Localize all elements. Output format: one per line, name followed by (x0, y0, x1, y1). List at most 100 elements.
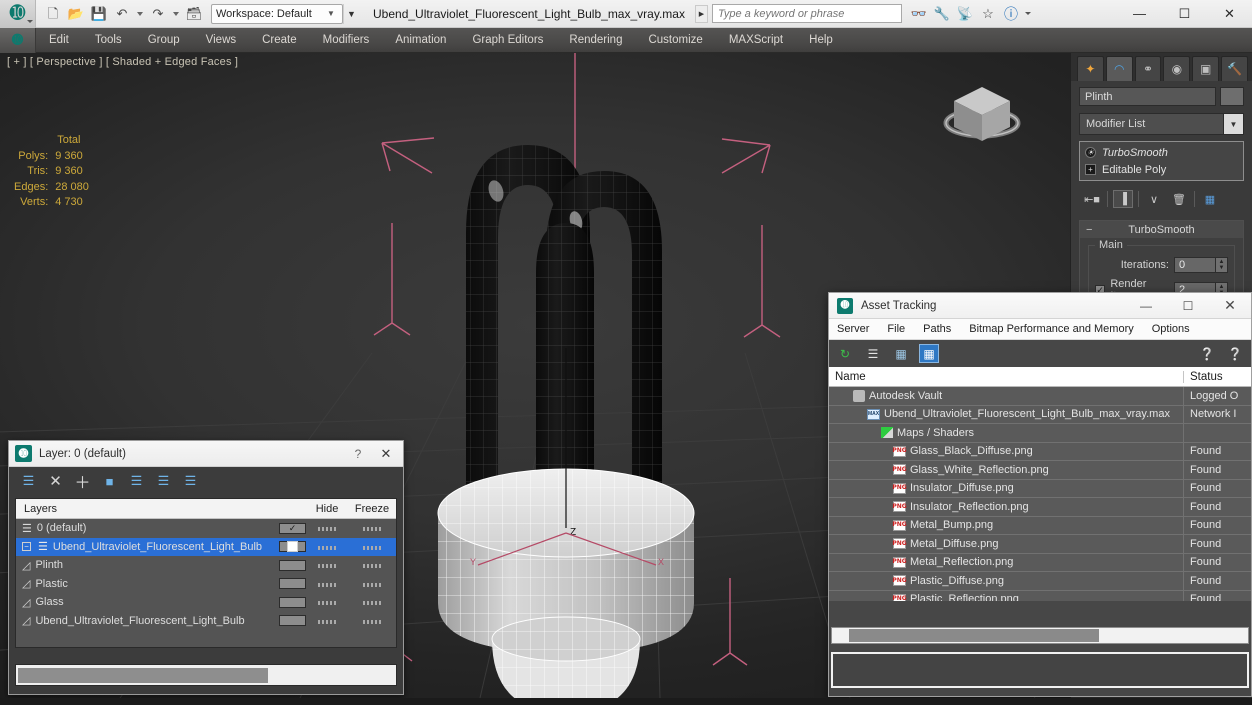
menu-item-animation[interactable]: Animation (382, 28, 459, 53)
add-layer-icon[interactable]: ＋ (73, 472, 92, 492)
plus-icon[interactable]: + (1085, 164, 1096, 175)
stack-item-turbosmooth[interactable]: ☀ TurboSmooth (1080, 144, 1243, 161)
modify-tab[interactable]: ◠ (1105, 56, 1133, 81)
3d-model-ubend-fluorescent-bulb[interactable]: Z Y X (418, 73, 718, 698)
asset-tracking-dialog[interactable]: ➓ Asset Tracking — ☐ ✕ Server File Paths… (828, 292, 1252, 697)
asset-row[interactable]: PNG Metal_Diffuse.png Found (829, 534, 1251, 554)
scrollbar-thumb[interactable] (849, 629, 1099, 642)
minimize-button[interactable]: — (1125, 293, 1167, 319)
set-current-layer-icon[interactable]: ☰ (181, 472, 200, 491)
help-button[interactable]: ? (345, 447, 371, 461)
menu-item-edit[interactable]: Edit (36, 28, 82, 53)
help-question-icon[interactable]: ❔ (1197, 344, 1217, 363)
layer-dialog[interactable]: ➓ Layer: 0 (default) ? ✕ ☰ ✕ ＋ ■ ☰ ☰ ☰ L… (8, 440, 404, 695)
list-view-icon[interactable]: ☰ (863, 344, 883, 363)
search-input[interactable] (717, 7, 896, 20)
workspace-dropdown-button[interactable]: ▼ (343, 3, 359, 24)
asset-row[interactable]: PNG Plastic_Diffuse.png Found (829, 571, 1251, 591)
object-name-field[interactable]: Plinth (1079, 87, 1216, 106)
layer-row[interactable]: − ☰ Ubend_Ultraviolet_Fluorescent_Light_… (16, 537, 396, 556)
layer-row[interactable]: ◿ Plinth (16, 556, 396, 575)
add-selection-to-layer-icon[interactable]: ☰ (154, 472, 173, 491)
viewport-label[interactable]: [ + ] [ Perspective ] [ Shaded + Edged F… (7, 56, 238, 68)
asset-row[interactable]: PNG Plastic_Reflection.png Found (829, 590, 1251, 601)
close-button[interactable]: ✕ (1207, 0, 1252, 28)
view-cube[interactable] (936, 67, 1028, 159)
asset-row[interactable]: Autodesk Vault Logged O (829, 387, 1251, 406)
create-tab[interactable]: ✦ (1077, 56, 1104, 81)
menu-item-tools[interactable]: Tools (82, 28, 135, 53)
maximize-button[interactable]: ☐ (1167, 293, 1209, 319)
asset-row[interactable]: PNG Insulator_Reflection.png Found (829, 497, 1251, 517)
asset-list[interactable]: Autodesk Vault Logged O MAX Ubend_Ultrav… (829, 387, 1251, 601)
star-icon[interactable]: ☆ (978, 4, 998, 24)
freeze-toggle[interactable] (348, 615, 396, 627)
spinner-arrows-icon[interactable]: ▲▼ (1216, 257, 1228, 273)
wrench-icon[interactable]: 🔧 (932, 4, 952, 24)
hierarchy-tab[interactable]: ⚭ (1134, 56, 1162, 81)
set-project-folder-icon[interactable]: 🗃 (183, 3, 205, 25)
layer-row[interactable]: ◿ Ubend_Ultraviolet_Fluorescent_Light_Bu… (16, 612, 396, 631)
help-chevron-icon[interactable] (1024, 12, 1031, 15)
iterations-spinner[interactable]: 0 ▲ ▼ (1174, 257, 1228, 273)
modifier-list-dropdown[interactable]: Modifier List ▼ (1079, 113, 1244, 135)
open-file-icon[interactable]: 📂 (65, 3, 87, 25)
display-tab[interactable]: ▣ (1192, 56, 1220, 81)
menu-item-group[interactable]: Group (135, 28, 193, 53)
scrollbar-thumb[interactable] (18, 667, 268, 683)
thumbnail-view-icon[interactable]: ▦ (891, 344, 911, 363)
asset-row[interactable]: PNG Metal_Reflection.png Found (829, 553, 1251, 572)
rollout-header[interactable]: − TurboSmooth (1080, 221, 1243, 238)
layer-horizontal-scrollbar[interactable] (15, 664, 397, 686)
menu-item-graph-editors[interactable]: Graph Editors (459, 28, 556, 53)
current-layer-checkbox[interactable] (279, 541, 306, 553)
asset-row[interactable]: PNG Glass_Black_Diffuse.png Found (829, 442, 1251, 461)
close-button[interactable]: ✕ (371, 446, 401, 462)
menu-item-file[interactable]: File (878, 319, 914, 340)
freeze-toggle[interactable] (348, 522, 396, 534)
help-icon[interactable]: ⓘ (1001, 4, 1021, 24)
save-file-icon[interactable]: 💾 (88, 3, 110, 25)
utilities-tab[interactable]: 🔨 (1221, 56, 1248, 81)
redo-dropdown-icon[interactable] (173, 11, 179, 16)
menu-item-rendering[interactable]: Rendering (556, 28, 635, 53)
freeze-toggle[interactable] (348, 541, 396, 553)
configure-modifier-sets-icon[interactable]: ▦ (1200, 190, 1220, 208)
refresh-icon[interactable]: ↻ (835, 344, 855, 363)
satellite-icon[interactable]: 📡 (955, 4, 975, 24)
asset-row[interactable]: PNG Insulator_Diffuse.png Found (829, 479, 1251, 498)
stack-item-editable-poly[interactable]: + Editable Poly (1080, 161, 1243, 178)
hide-toggle[interactable] (306, 615, 348, 627)
select-highlighted-layer-icon[interactable]: ☰ (127, 472, 146, 491)
menu-item-help[interactable]: Help (796, 28, 846, 53)
menu-item-create[interactable]: Create (249, 28, 310, 53)
new-layer-icon[interactable]: ☰ (19, 472, 38, 491)
close-button[interactable]: ✕ (1209, 293, 1251, 319)
expand-collapse-icon[interactable]: − (22, 542, 31, 552)
delete-layer-icon[interactable]: ✕ (46, 472, 65, 491)
asset-row[interactable]: MAX Ubend_Ultraviolet_Fluorescent_Light_… (829, 405, 1251, 424)
show-end-result-icon[interactable]: ▐ (1113, 190, 1133, 208)
binoculars-icon[interactable]: 👓 (909, 4, 929, 24)
chevron-down-icon[interactable]: ▼ (1223, 114, 1243, 134)
asset-row[interactable]: Maps / Shaders (829, 423, 1251, 443)
undo-dropdown-icon[interactable] (137, 11, 143, 16)
hide-toggle[interactable] (306, 578, 348, 590)
asset-row[interactable]: PNG Metal_Bump.png Found (829, 516, 1251, 535)
menu-item-options[interactable]: Options (1143, 319, 1199, 340)
undo-icon[interactable]: ↶ (111, 3, 133, 25)
menu-item-customize[interactable]: Customize (635, 28, 715, 53)
layer-dialog-titlebar[interactable]: ➓ Layer: 0 (default) ? ✕ (9, 441, 403, 467)
grid-view-icon[interactable]: ▦ (919, 344, 939, 363)
asset-row[interactable]: PNG Glass_White_Reflection.png Found (829, 460, 1251, 480)
hide-toggle[interactable] (306, 559, 348, 571)
object-color-swatch[interactable] (1220, 87, 1244, 106)
hide-toggle[interactable] (306, 522, 348, 534)
hide-toggle[interactable] (306, 541, 348, 553)
new-file-icon[interactable]: 🗋 (42, 3, 64, 25)
layer-row[interactable]: ◿ Glass (16, 593, 396, 612)
pin-stack-icon[interactable]: ⇤■ (1082, 190, 1102, 208)
workspace-selector[interactable]: Workspace: Default ▼ (211, 3, 343, 24)
asset-dialog-titlebar[interactable]: ➓ Asset Tracking — ☐ ✕ (829, 293, 1251, 319)
layer-list[interactable]: Layers Hide Freeze ☰ 0 (default) ✓ − ☰ U… (15, 498, 397, 648)
